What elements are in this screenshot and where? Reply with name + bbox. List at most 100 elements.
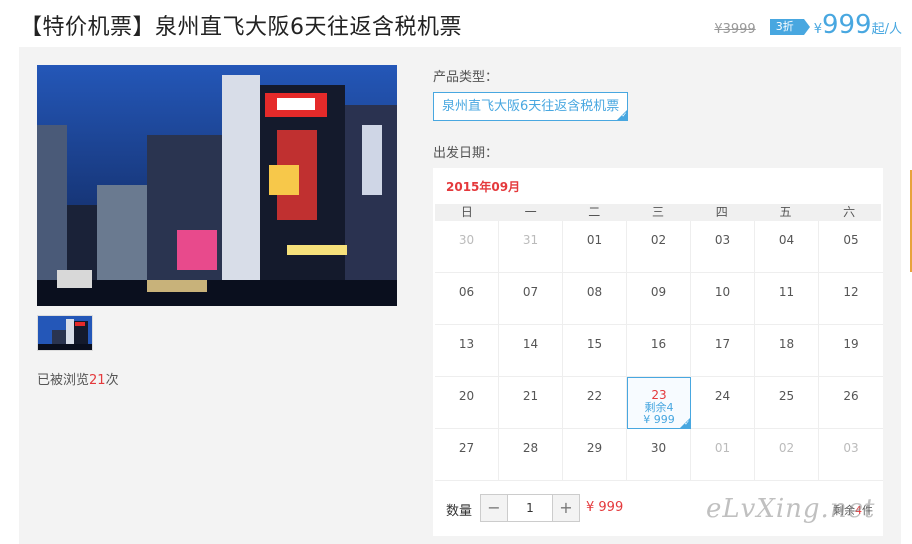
- calendar-week: 27 28 29 30 01 02 03: [435, 429, 883, 481]
- price-unit: 起/人: [871, 22, 902, 37]
- city-night-photo[interactable]: [37, 65, 397, 306]
- decrement-button[interactable]: −: [481, 495, 507, 521]
- day-number: 13: [458, 337, 475, 351]
- product-type-label: 产品类型：: [433, 70, 499, 85]
- calendar-day[interactable]: 17: [691, 325, 755, 377]
- quantity-stepper: − 1 +: [480, 494, 580, 522]
- calendar-day[interactable]: 19: [819, 325, 883, 377]
- calendar-day[interactable]: 02: [755, 429, 819, 481]
- departure-date-label: 出发日期：: [433, 146, 499, 161]
- calendar-day[interactable]: 07: [499, 273, 563, 325]
- calendar-day-selected[interactable]: 23 剩余4 ¥ 999: [627, 377, 691, 429]
- view-count-suffix: 次: [105, 373, 119, 388]
- day-number: 07: [522, 285, 539, 299]
- price-area: ¥3999 3折 ¥ 999 起/人: [714, 10, 902, 40]
- quantity-price: ¥ 999: [586, 500, 624, 515]
- calendar-month: 2015年09月: [446, 180, 521, 194]
- calendar-day[interactable]: 06: [435, 273, 499, 325]
- calendar-day[interactable]: 18: [755, 325, 819, 377]
- page-header: 【特价机票】泉州直飞大阪6天往返含税机票 ¥3999 3折 ¥ 999 起/人: [0, 0, 912, 48]
- calendar-week: 06 07 08 09 10 11 12: [435, 273, 883, 325]
- day-number: 03: [714, 233, 731, 247]
- view-count-prefix: 已被浏览: [37, 373, 90, 388]
- currency-symbol: ¥: [813, 22, 822, 37]
- day-number: 12: [843, 285, 859, 299]
- calendar-day[interactable]: 22: [563, 377, 627, 429]
- calendar-day[interactable]: 11: [755, 273, 819, 325]
- day-number: 30: [650, 441, 667, 455]
- day-number: 25: [778, 389, 795, 403]
- day-number: 17: [714, 337, 731, 351]
- calendar-day[interactable]: 08: [563, 273, 627, 325]
- view-count-number: 21: [89, 373, 106, 388]
- calendar-day[interactable]: 25: [755, 377, 819, 429]
- product-type-option-label: 泉州直飞大阪6天往返含税机票: [442, 99, 620, 114]
- departure-calendar: 2015年09月 日 一 二 三 四 五 六 30 31 01 02 03 04 05 06 0…: [433, 168, 883, 536]
- calendar-day[interactable]: 05: [819, 221, 883, 273]
- calendar-day[interactable]: 16: [627, 325, 691, 377]
- check-corner-icon: [617, 110, 628, 120]
- calendar-day[interactable]: 09: [627, 273, 691, 325]
- day-number: 10: [714, 285, 731, 299]
- check-corner-icon: [680, 418, 690, 428]
- weekday-header: 日 一 二 三 四 五 六: [435, 204, 881, 221]
- calendar-day[interactable]: 10: [691, 273, 755, 325]
- day-number: 18: [778, 337, 795, 351]
- calendar-day[interactable]: 03: [691, 221, 755, 273]
- sale-price: 999: [821, 10, 872, 40]
- calendar-day[interactable]: 28: [499, 429, 563, 481]
- calendar-day[interactable]: 24: [691, 377, 755, 429]
- calendar-day[interactable]: 15: [563, 325, 627, 377]
- calendar-day[interactable]: 20: [435, 377, 499, 429]
- calendar-day[interactable]: 04: [755, 221, 819, 273]
- day-number: 16: [650, 337, 667, 351]
- calendar-week: 13 14 15 16 17 18 19: [435, 325, 883, 377]
- calendar-day[interactable]: 21: [499, 377, 563, 429]
- day-number: 29: [586, 441, 603, 455]
- day-number: 05: [843, 233, 859, 247]
- calendar-day[interactable]: 03: [819, 429, 883, 481]
- quantity-input[interactable]: 1: [507, 495, 553, 521]
- calendar-day[interactable]: 12: [819, 273, 883, 325]
- calendar-day[interactable]: 27: [435, 429, 499, 481]
- calendar-day[interactable]: 01: [563, 221, 627, 273]
- calendar-day[interactable]: 26: [819, 377, 883, 429]
- weekday-label: 三: [652, 205, 665, 219]
- calendar-day[interactable]: 30: [435, 221, 499, 273]
- city-night-thumbnail[interactable]: [37, 315, 93, 351]
- calendar-day[interactable]: 30: [627, 429, 691, 481]
- day-number: 09: [650, 285, 667, 299]
- discount-badge: 3折: [769, 19, 810, 35]
- day-number: 01: [586, 233, 603, 247]
- day-number: 27: [458, 441, 475, 455]
- day-number: 30: [458, 233, 475, 247]
- original-price: ¥3999: [714, 22, 756, 37]
- day-number: 20: [458, 389, 475, 403]
- weekday-label: 五: [779, 205, 792, 219]
- view-count: 已被浏览21次: [37, 369, 119, 388]
- page-title: 【特价机票】泉州直飞大阪6天往返含税机票: [20, 15, 462, 40]
- day-number: 03: [843, 441, 859, 455]
- day-number: 19: [843, 337, 859, 351]
- calendar-grid: 30 31 01 02 03 04 05 06 07 08 09 10 11 12 13 14 15 16 17 18…: [435, 221, 883, 481]
- weekday-label: 日: [460, 205, 473, 219]
- calendar-day[interactable]: 14: [499, 325, 563, 377]
- calendar-day[interactable]: 02: [627, 221, 691, 273]
- calendar-day[interactable]: 13: [435, 325, 499, 377]
- calendar-day[interactable]: 29: [563, 429, 627, 481]
- increment-button[interactable]: +: [553, 495, 579, 521]
- weekday-label: 一: [524, 205, 537, 219]
- day-number: 08: [586, 285, 603, 299]
- day-number: 14: [522, 337, 539, 351]
- day-number: 26: [843, 389, 859, 403]
- calendar-day[interactable]: 01: [691, 429, 755, 481]
- day-number: 02: [650, 233, 667, 247]
- calendar-day[interactable]: 31: [499, 221, 563, 273]
- day-number: 22: [586, 389, 603, 403]
- calendar-week: 30 31 01 02 03 04 05: [435, 221, 883, 273]
- product-type-option[interactable]: 泉州直飞大阪6天往返含税机票: [433, 92, 629, 121]
- day-number: 24: [714, 389, 731, 403]
- day-number: 04: [778, 233, 795, 247]
- weekday-label: 四: [715, 205, 728, 219]
- day-number: 01: [714, 441, 731, 455]
